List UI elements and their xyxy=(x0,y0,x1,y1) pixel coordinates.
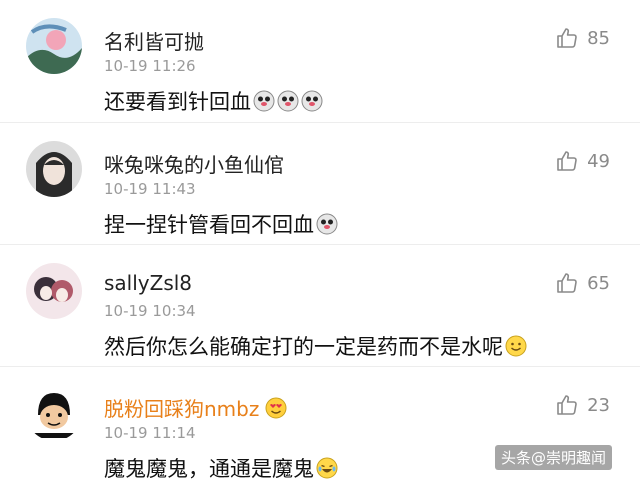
like-count: 49 xyxy=(587,150,610,172)
username[interactable]: 名利皆可抛 xyxy=(104,26,204,55)
like-count: 65 xyxy=(587,272,610,294)
comment-item: 咪兔咪兔的小鱼仙倌 10-19 11:43 捏一捏针管看回不回血 49 xyxy=(0,122,640,244)
thumbs-up-icon xyxy=(557,151,577,171)
comment-text: 然后你怎么能确定打的一定是药而不是水呢 xyxy=(104,331,527,361)
like-button[interactable]: 49 xyxy=(555,149,610,173)
avatar[interactable] xyxy=(26,263,82,319)
timestamp: 10-19 11:14 xyxy=(104,424,196,442)
like-button[interactable]: 23 xyxy=(555,393,610,417)
dog-face-emoji xyxy=(277,90,299,112)
heart-eyes-emoji xyxy=(265,397,287,419)
username[interactable]: 咪兔咪兔的小鱼仙倌 xyxy=(104,149,284,178)
comment-text: 还要看到针回血 xyxy=(104,86,323,116)
comment-text-content: 还要看到针回血 xyxy=(104,90,251,114)
comment-item: 名利皆可抛 10-19 11:26 还要看到针回血 85 xyxy=(0,0,640,122)
thumbs-up-icon xyxy=(557,395,577,415)
timestamp: 10-19 11:26 xyxy=(104,57,196,75)
watermark: 头条@崇明趣闻 xyxy=(494,445,612,470)
dog-face-emoji xyxy=(301,90,323,112)
username[interactable]: sallyZsl8 xyxy=(104,271,192,295)
like-count: 23 xyxy=(587,394,610,416)
like-button[interactable]: 85 xyxy=(555,26,610,50)
thumbs-up-icon xyxy=(557,28,577,48)
comment-text-content: 捏一捏针管看回不回血 xyxy=(104,213,314,237)
avatar[interactable] xyxy=(26,18,82,74)
username[interactable]: 脱粉回踩狗nmbz xyxy=(104,393,287,422)
thumbs-up-icon xyxy=(557,273,577,293)
laugh-cry-emoji xyxy=(316,457,338,479)
username-text: 脱粉回踩狗nmbz xyxy=(104,397,260,421)
smile-emoji xyxy=(505,335,527,357)
timestamp: 10-19 11:43 xyxy=(104,180,196,198)
dog-face-emoji xyxy=(253,90,275,112)
timestamp: 10-19 10:34 xyxy=(104,302,196,320)
comment-text: 捏一捏针管看回不回血 xyxy=(104,209,338,239)
comment-text: 魔鬼魔鬼，通通是魔鬼 xyxy=(104,453,338,482)
comment-text-content: 魔鬼魔鬼，通通是魔鬼 xyxy=(104,457,314,481)
like-button[interactable]: 65 xyxy=(555,271,610,295)
avatar[interactable] xyxy=(26,141,82,197)
comment-text-content: 然后你怎么能确定打的一定是药而不是水呢 xyxy=(104,335,503,359)
avatar[interactable] xyxy=(26,385,82,441)
comment-item: sallyZsl8 10-19 10:34 然后你怎么能确定打的一定是药而不是水… xyxy=(0,244,640,366)
like-count: 85 xyxy=(587,27,610,49)
dog-face-emoji xyxy=(316,213,338,235)
